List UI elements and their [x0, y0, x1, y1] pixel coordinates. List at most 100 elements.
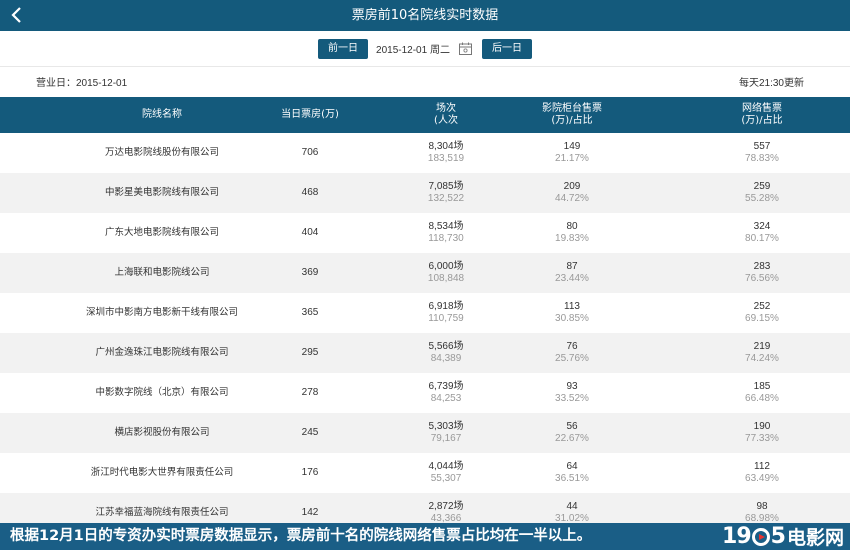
header-online-sales: 网络售票 (万)/占比 — [702, 97, 822, 133]
header-counter-line2: (万)/占比 — [551, 115, 593, 126]
box-office-value: 142 — [301, 507, 319, 518]
admissions-value: 84,389 — [430, 353, 462, 364]
counter-percent: 23.44% — [555, 273, 589, 284]
sessions-cell: 6,918场 110,759 — [386, 293, 506, 333]
counter-cell: 93 33.52% — [512, 373, 632, 413]
online-cell: 185 66.48% — [702, 373, 822, 413]
online-value: 259 — [753, 181, 771, 192]
online-value: 185 — [753, 381, 771, 392]
admissions-value: 108,848 — [427, 273, 465, 284]
online-value: 112 — [754, 461, 770, 472]
sessions-value: 8,534场 — [428, 221, 464, 232]
table-row[interactable]: 广州金逸珠江电影院线有限公司 295 5,566场 84,389 76 25.76%… — [0, 333, 850, 373]
counter-cell: 87 23.44% — [512, 253, 632, 293]
sessions-value: 5,303场 — [428, 421, 464, 432]
counter-percent: 21.17% — [555, 153, 589, 164]
table-row[interactable]: 上海联和电影院线公司 369 6,000场 108,848 87 23.44% 28… — [0, 253, 850, 293]
counter-percent: 31.02% — [555, 513, 589, 523]
online-cell: 324 80.17% — [702, 213, 822, 253]
box-office-value: 245 — [301, 427, 319, 438]
table-row[interactable]: 江苏幸福蓝海院线有限责任公司 142 2,872场 43,366 44 31.02%… — [0, 493, 850, 523]
counter-value: 209 — [563, 181, 581, 192]
sessions-value: 6,918场 — [428, 301, 464, 312]
logo-text: 电影网 — [786, 527, 844, 549]
header-sessions: 场次 (人次 — [386, 97, 506, 133]
sessions-cell: 2,872场 43,366 — [386, 493, 506, 523]
page-title: 票房前10名院线实时数据 — [351, 8, 499, 23]
sessions-cell: 7,085场 132,522 — [386, 173, 506, 213]
counter-percent: 22.67% — [555, 433, 589, 444]
online-percent: 68.98% — [745, 513, 779, 523]
sessions-value: 8,304场 — [428, 141, 464, 152]
info-bar: 营业日：2015-12-01 每天21:30更新 — [0, 67, 850, 97]
caption-bar: 根据12月1日的专资办实时票房数据显示，票房前十名的院线网络售票占比均在一半以上… — [0, 523, 850, 550]
online-cell: 190 77.33% — [702, 413, 822, 453]
box-office-value: 404 — [301, 227, 319, 238]
table-row[interactable]: 横店影视股份有限公司 245 5,303场 79,167 56 22.67% 190… — [0, 413, 850, 453]
sessions-cell: 6,000场 108,848 — [386, 253, 506, 293]
online-percent: 55.28% — [745, 193, 779, 204]
box-office-value: 176 — [301, 467, 319, 478]
sessions-value: 7,085场 — [428, 181, 464, 192]
counter-value: 76 — [566, 341, 578, 352]
counter-value: 93 — [566, 381, 578, 392]
online-value: 557 — [753, 141, 771, 152]
counter-cell: 76 25.76% — [512, 333, 632, 373]
counter-value: 64 — [566, 461, 578, 472]
table-row[interactable]: 深圳市中影南方电影新干线有限公司 365 6,918场 110,759 113 30… — [0, 293, 850, 333]
online-cell: 259 55.28% — [702, 173, 822, 213]
admissions-value: 118,730 — [428, 233, 464, 244]
online-percent: 69.15% — [745, 313, 779, 324]
online-percent: 66.48% — [745, 393, 779, 404]
online-percent: 77.33% — [745, 433, 779, 444]
counter-percent: 33.52% — [555, 393, 589, 404]
table-row[interactable]: 中影数字院线（北京）有限公司 278 6,739场 84,253 93 33.52%… — [0, 373, 850, 413]
online-value: 252 — [753, 301, 771, 312]
sessions-value: 5,566场 — [428, 341, 464, 352]
table-body: 万达电影院线股份有限公司 706 8,304场 183,519 149 21.17%… — [0, 133, 850, 523]
sessions-value: 4,044场 — [428, 461, 464, 472]
sessions-cell: 4,044场 55,307 — [386, 453, 506, 493]
sessions-cell: 8,534场 118,730 — [386, 213, 506, 253]
sessions-cell: 5,566场 84,389 — [386, 333, 506, 373]
admissions-value: 110,759 — [428, 313, 464, 324]
admissions-value: 55,307 — [430, 473, 462, 484]
online-percent: 80.17% — [745, 233, 779, 244]
title-bar: 票房前10名院线实时数据 — [0, 0, 850, 31]
admissions-value: 132,522 — [427, 193, 465, 204]
calendar-icon[interactable] — [458, 41, 474, 57]
sessions-value: 6,000场 — [428, 261, 464, 272]
update-note: 每天21:30更新 — [738, 78, 804, 89]
site-logo: 19 5 电影网 — [722, 524, 844, 549]
online-cell: 252 69.15% — [702, 293, 822, 333]
counter-percent: 19.83% — [555, 233, 589, 244]
next-day-button[interactable]: 后一日 — [481, 38, 532, 59]
header-sessions-line2: (人次 — [434, 115, 458, 126]
counter-percent: 44.72% — [555, 193, 589, 204]
table-row[interactable]: 中影星美电影院线有限公司 468 7,085场 132,522 209 44.72%… — [0, 173, 850, 213]
sessions-cell: 6,739场 84,253 — [386, 373, 506, 413]
header-box-office: 当日票房(万) — [281, 109, 339, 120]
date-bar: 前一日 2015-12-01 周二 后一日 — [0, 31, 850, 67]
table-row[interactable]: 万达电影院线股份有限公司 706 8,304场 183,519 149 21.17%… — [0, 133, 850, 173]
sessions-value: 6,739场 — [428, 381, 464, 392]
header-counter-line1: 影院柜台售票 — [542, 103, 602, 114]
box-office-value: 706 — [301, 147, 319, 158]
table-row[interactable]: 广东大地电影院线有限公司 404 8,534场 118,730 80 19.83% … — [0, 213, 850, 253]
table-row[interactable]: 浙江时代电影大世界有限责任公司 176 4,044场 55,307 64 36.51… — [0, 453, 850, 493]
online-value: 190 — [753, 421, 771, 432]
logo-number-part2: 5 — [770, 524, 786, 549]
online-cell: 112 63.49% — [702, 453, 822, 493]
admissions-value: 43,366 — [430, 513, 462, 523]
counter-cell: 209 44.72% — [512, 173, 632, 213]
admissions-value: 79,167 — [430, 433, 462, 444]
header-online-line2: (万)/占比 — [741, 115, 783, 126]
counter-cell: 113 30.85% — [512, 293, 632, 333]
box-office-value: 365 — [301, 307, 319, 318]
header-counter-sales: 影院柜台售票 (万)/占比 — [512, 97, 632, 133]
prev-day-button[interactable]: 前一日 — [318, 38, 369, 59]
box-office-value: 369 — [301, 267, 319, 278]
admissions-value: 84,253 — [430, 393, 462, 404]
header-online-line1: 网络售票 — [741, 103, 782, 114]
header-sessions-line1: 场次 — [436, 103, 456, 114]
